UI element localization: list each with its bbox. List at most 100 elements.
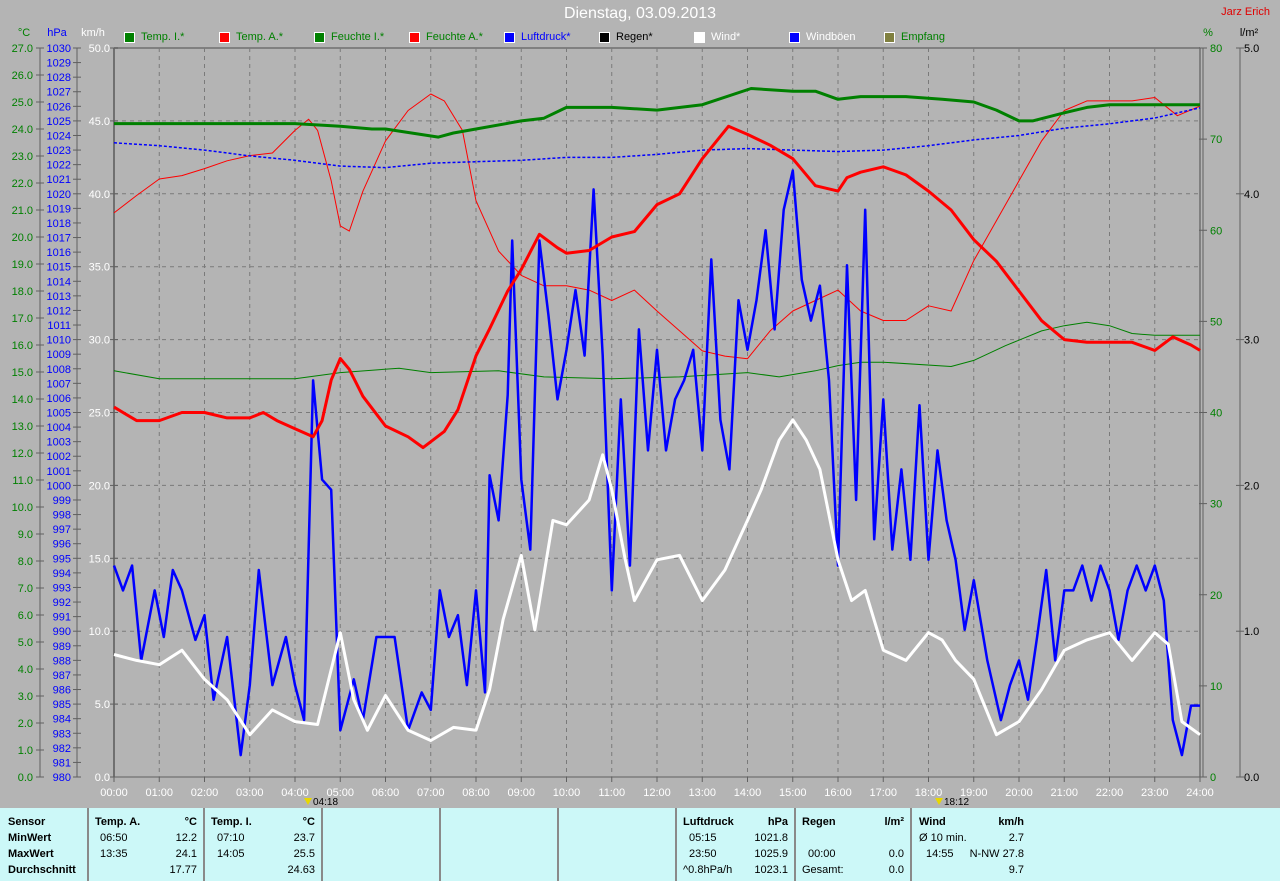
stats-col-sensor: Sensor MinWert MaxWert Durchschnitt <box>0 808 89 881</box>
x-tick-label: 24:00 <box>1186 787 1214 799</box>
legend-label: Wind* <box>711 31 741 43</box>
wind-avg-label: Ø 10 min. <box>919 832 967 844</box>
hpa-tick-label: 990 <box>53 626 71 638</box>
legend-item: Windböen <box>789 31 884 43</box>
legend-swatch <box>694 31 705 43</box>
celsius-tick-label: 16.0 <box>12 340 33 352</box>
hpa-tick-label: 1016 <box>47 247 71 259</box>
x-tick-label: 08:00 <box>462 787 490 799</box>
legend-swatch <box>504 31 515 43</box>
hpa-tick-label: 988 <box>53 655 71 667</box>
percent-tick-label: 40 <box>1210 408 1222 420</box>
sunrise-marker: 04:18 <box>304 797 338 808</box>
hpa-tick-label: 992 <box>53 597 71 609</box>
celsius-tick-label: 17.0 <box>12 313 33 325</box>
legend-item: Empfang <box>884 31 979 43</box>
percent-tick-label: 50 <box>1210 316 1222 328</box>
celsius-tick-label: 1.0 <box>18 745 33 757</box>
x-tick-label: 15:00 <box>779 787 807 799</box>
legend-swatch <box>409 31 420 43</box>
x-tick-label: 16:00 <box>824 787 852 799</box>
legend-label: Temp. A.* <box>236 31 284 43</box>
x-tick-label: 17:00 <box>869 787 897 799</box>
legend-label: Luftdruck* <box>521 31 571 43</box>
x-tick-label: 10:00 <box>553 787 581 799</box>
hpa-tick-label: 1004 <box>47 422 71 434</box>
celsius-tick-label: 2.0 <box>18 718 33 730</box>
max-label: MaxWert <box>8 848 54 860</box>
temp-a-unit: °C <box>184 816 197 828</box>
legend-swatch <box>789 31 800 43</box>
hpa-tick-label: 1012 <box>47 305 71 317</box>
legend-item: Temp. I.* <box>124 31 219 43</box>
sunset-marker: 18:12 <box>935 797 969 808</box>
kmh-tick-label: 40.0 <box>89 189 110 201</box>
hpa-tick-label: 1002 <box>47 451 71 463</box>
hpa-tick-label: 1030 <box>47 43 71 55</box>
temp-a-avg: 17.77 <box>169 864 197 876</box>
wind-unit: km/h <box>998 816 1024 828</box>
kmh-tick-label: 5.0 <box>95 699 110 711</box>
celsius-tick-label: 4.0 <box>18 664 33 676</box>
pressure-avg: 1023.1 <box>754 864 788 876</box>
celsius-tick-label: 19.0 <box>12 259 33 271</box>
hpa-tick-label: 1017 <box>47 233 71 245</box>
x-tick-label: 21:00 <box>1050 787 1078 799</box>
hpa-tick-label: 1010 <box>47 335 71 347</box>
rain-header: Regen <box>802 816 836 828</box>
rain-total: 0.0 <box>888 864 904 876</box>
stats-col-temp-a: Temp. A. °C 06:50 12.2 13:35 24.1 17.77 <box>89 808 205 881</box>
hpa-tick-label: 1025 <box>47 116 71 128</box>
rain-unit: l/m² <box>884 816 904 828</box>
pressure-unit: hPa <box>767 816 788 828</box>
hpa-tick-label: 1024 <box>47 130 71 142</box>
hpa-tick-label: 1027 <box>47 87 71 99</box>
station-owner: Jarz Erich <box>1221 6 1270 18</box>
temp-i-header: Temp. I. <box>211 816 252 828</box>
rain-tick-label: 1.0 <box>1244 626 1259 638</box>
x-tick-label: 11:00 <box>598 787 625 799</box>
kmh-axis-unit: km/h <box>81 27 105 39</box>
rain-tick-label: 4.0 <box>1244 189 1259 201</box>
legend-swatch <box>219 31 230 43</box>
x-tick-label: 06:00 <box>372 787 400 799</box>
temp-a-min: 12.2 <box>175 832 197 844</box>
hpa-tick-label: 985 <box>53 699 71 711</box>
hpa-tick-label: 1005 <box>47 408 71 420</box>
stats-col-pressure: Luftdruck hPa 05:15 1021.8 23:50 1025.9 ^0.… <box>677 808 796 881</box>
legend-swatch <box>599 31 610 43</box>
hpa-tick-label: 1014 <box>47 276 71 288</box>
celsius-tick-label: 3.0 <box>18 691 33 703</box>
rain-tick-label: 0.0 <box>1244 772 1259 784</box>
stats-col-empty <box>441 808 559 881</box>
hpa-tick-label: 999 <box>53 495 71 507</box>
x-tick-label: 09:00 <box>507 787 535 799</box>
stats-col-temp-i: Temp. I. °C 07:10 23.7 14:05 25.5 24.63 <box>205 808 323 881</box>
hpa-tick-label: 1011 <box>47 320 71 332</box>
pressure-min: 1021.8 <box>754 832 788 844</box>
hpa-tick-label: 998 <box>53 510 71 522</box>
stats-col-rain: Regen l/m² 00:00 0.0 Gesamt: 0.0 <box>796 808 912 881</box>
hpa-tick-label: 1029 <box>47 58 71 70</box>
legend-item: Feuchte A.* <box>409 31 504 43</box>
celsius-tick-label: 15.0 <box>12 367 33 379</box>
hpa-tick-label: 982 <box>53 743 71 755</box>
legend-label: Feuchte I.* <box>331 31 385 43</box>
percent-tick-label: 0 <box>1210 772 1216 784</box>
hpa-tick-label: 1021 <box>47 174 71 186</box>
stats-col-wind: Wind km/h Ø 10 min. 2.7 14:55 N-NW 27.8 9.7 <box>912 808 1030 881</box>
hpa-tick-label: 1018 <box>47 218 71 230</box>
x-tick-label: 22:00 <box>1096 787 1124 799</box>
percent-axis-unit: % <box>1203 27 1213 39</box>
celsius-tick-label: 23.0 <box>12 151 33 163</box>
celsius-tick-label: 9.0 <box>18 529 33 541</box>
sunrise-time: 04:18 <box>313 797 339 808</box>
chart-legend: Temp. I.* Temp. A.* Feuchte I.* Feuchte A.*… <box>124 31 979 43</box>
hpa-tick-label: 1028 <box>47 72 71 84</box>
hpa-tick-label: 1022 <box>47 160 71 172</box>
min-label: MinWert <box>8 832 52 844</box>
percent-tick-label: 80 <box>1210 43 1222 55</box>
hpa-tick-label: 1006 <box>47 393 71 405</box>
hpa-tick-label: 980 <box>53 772 71 784</box>
celsius-tick-label: 12.0 <box>12 448 33 460</box>
